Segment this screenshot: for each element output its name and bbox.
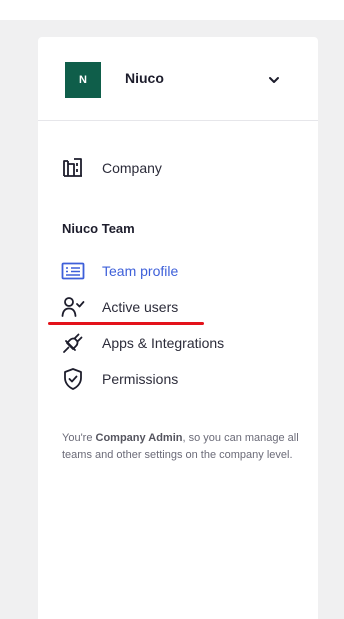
nav-item-label: Active users	[102, 299, 179, 315]
building-icon	[61, 156, 85, 180]
annotation-underline	[48, 322, 204, 325]
team-section-title: Niuco Team	[62, 221, 135, 236]
nav-item-team-profile[interactable]: Team profile	[61, 259, 178, 283]
nav-item-label: Company	[102, 160, 162, 176]
top-bar	[0, 0, 344, 20]
admin-info-prefix: You're	[62, 432, 96, 444]
nav-item-company[interactable]: Company	[61, 156, 162, 180]
nav-item-permissions[interactable]: Permissions	[61, 367, 178, 391]
plug-icon	[61, 331, 85, 355]
id-card-icon	[61, 259, 85, 283]
chevron-down-icon[interactable]	[267, 73, 281, 87]
nav-item-label: Team profile	[102, 263, 179, 279]
settings-sidebar: N Niuco Company Niuco Team Team profile	[38, 37, 318, 619]
organization-avatar: N	[65, 62, 101, 98]
shield-check-icon	[61, 367, 85, 391]
nav-item-label: Permissions	[102, 371, 179, 387]
organization-name: Niuco	[125, 70, 164, 86]
organization-switcher[interactable]: N Niuco	[38, 37, 318, 121]
nav-item-label: Apps & Integrations	[102, 335, 225, 351]
nav-item-apps-integrations[interactable]: Apps & Integrations	[61, 331, 224, 355]
user-check-icon	[61, 295, 85, 319]
admin-info-text: You're Company Admin, so you can manage …	[62, 430, 302, 464]
nav-item-active-users[interactable]: Active users	[61, 295, 178, 319]
admin-role: Company Admin	[95, 432, 183, 444]
